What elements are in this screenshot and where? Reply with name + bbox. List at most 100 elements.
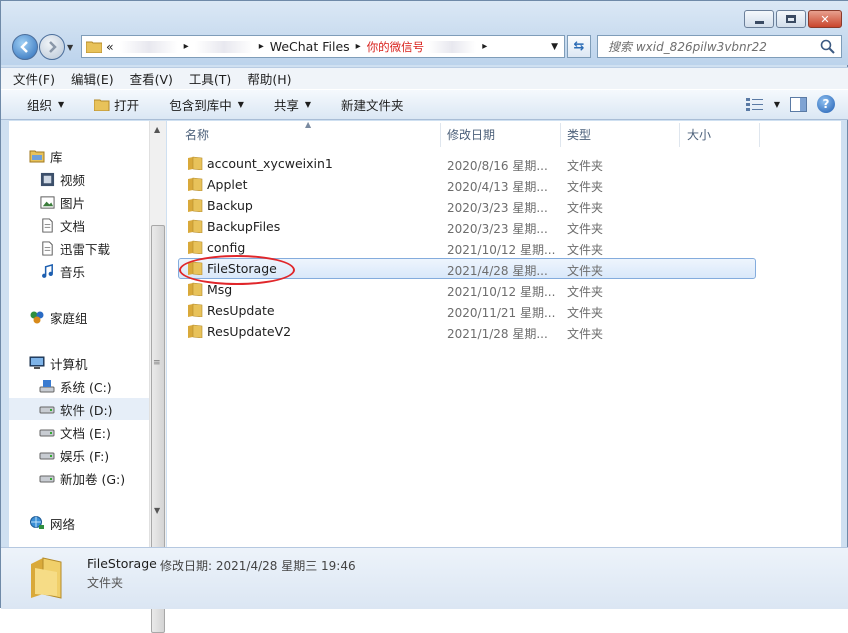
scroll-down-icon[interactable]: ▼ bbox=[154, 506, 160, 515]
nav-drive-c-label: 系统 (C:) bbox=[60, 379, 112, 395]
menu-edit[interactable]: 编辑(E) bbox=[71, 69, 114, 88]
back-button[interactable] bbox=[12, 34, 38, 60]
share-button[interactable]: 共享 ▼ bbox=[274, 95, 311, 114]
address-segment-wechat-files[interactable]: WeChat Files bbox=[270, 39, 350, 54]
column-header-size[interactable]: 大小 bbox=[679, 121, 759, 147]
library-icon bbox=[29, 148, 45, 164]
column-header-date[interactable]: 修改日期 bbox=[439, 121, 559, 147]
nav-scrollbar[interactable]: ▲ ≡ ▼ bbox=[149, 121, 166, 633]
include-in-library-button[interactable]: 包含到库中 ▼ bbox=[169, 95, 244, 114]
folder-icon bbox=[86, 41, 102, 53]
column-header-type[interactable]: 类型 bbox=[559, 121, 679, 147]
file-name: ResUpdate bbox=[207, 303, 275, 318]
file-row[interactable]: account_xycweixin1 2020/8/16 星期... 文件夹 bbox=[167, 153, 841, 174]
chevron-down-icon: ▼ bbox=[58, 100, 65, 109]
nav-libraries[interactable]: 库 bbox=[9, 145, 149, 167]
file-modified-date: 2021/4/28 星期... bbox=[447, 264, 548, 278]
recent-pages-dropdown-icon[interactable]: ▼ bbox=[67, 43, 73, 52]
file-type: 文件夹 bbox=[567, 306, 604, 320]
include-in-library-label: 包含到库中 bbox=[169, 98, 232, 113]
nav-network-label: 网络 bbox=[50, 516, 76, 532]
search-input[interactable]: 搜索 wxid_826pilw3vbnr22 bbox=[597, 35, 842, 58]
maximize-button[interactable] bbox=[776, 10, 806, 28]
menu-tools[interactable]: 工具(T) bbox=[189, 69, 231, 88]
redacted-segment bbox=[194, 40, 253, 53]
address-annotation: 你的微信号 bbox=[366, 39, 425, 54]
nav-drive-c[interactable]: 系统 (C:) bbox=[9, 375, 149, 397]
search-icon[interactable] bbox=[820, 39, 835, 54]
nav-homegroup[interactable]: 家庭组 bbox=[9, 306, 149, 328]
chevron-down-icon[interactable]: ▼ bbox=[774, 100, 780, 109]
nav-drive-d[interactable]: 软件 (D:) bbox=[9, 398, 149, 420]
detail-modified-date: 修改日期: 2021/4/28 星期三 19:46 bbox=[160, 559, 356, 573]
close-button[interactable]: ✕ bbox=[808, 10, 842, 28]
window-controls: ✕ bbox=[744, 10, 842, 28]
menu-view[interactable]: 查看(V) bbox=[130, 69, 173, 88]
view-options-icon[interactable] bbox=[745, 97, 764, 111]
nav-computer-label: 计算机 bbox=[50, 356, 88, 372]
refresh-button[interactable]: ⇆ bbox=[567, 35, 591, 58]
chevron-right-icon[interactable]: ▸ bbox=[482, 41, 487, 52]
file-row[interactable]: ResUpdate 2020/11/21 星期... 文件夹 bbox=[167, 300, 841, 321]
chevron-right-icon[interactable]: ▸ bbox=[184, 41, 189, 52]
file-name: ResUpdateV2 bbox=[207, 324, 292, 339]
network-icon bbox=[29, 515, 45, 531]
nav-drive-e[interactable]: 文档 (E:) bbox=[9, 421, 149, 443]
nav-music-label: 音乐 bbox=[60, 264, 86, 280]
address-dropdown-icon[interactable]: ▼ bbox=[551, 42, 558, 52]
folder-icon bbox=[188, 156, 203, 170]
nav-drive-f[interactable]: 娱乐 (F:) bbox=[9, 444, 149, 466]
scroll-up-icon[interactable]: ▲ bbox=[154, 125, 160, 134]
file-row[interactable]: BackupFiles 2020/3/23 星期... 文件夹 bbox=[167, 216, 841, 237]
nav-music[interactable]: 音乐 bbox=[9, 260, 149, 282]
menu-file[interactable]: 文件(F) bbox=[13, 69, 55, 88]
address-bar[interactable]: « ▸ ▸ WeChat Files ▸ 你的微信号 ▸ ▼ bbox=[81, 35, 565, 58]
drive-icon bbox=[39, 401, 55, 417]
file-modified-date: 2021/10/12 星期... bbox=[447, 243, 556, 257]
file-modified-date: 2020/11/21 星期... bbox=[447, 306, 556, 320]
file-row[interactable]: Applet 2020/4/13 星期... 文件夹 bbox=[167, 174, 841, 195]
forward-button[interactable] bbox=[39, 34, 65, 60]
file-modified-date: 2020/3/23 星期... bbox=[447, 222, 548, 236]
nav-homegroup-label: 家庭组 bbox=[50, 310, 88, 326]
open-button[interactable]: 打开 bbox=[94, 95, 139, 114]
open-label: 打开 bbox=[114, 98, 140, 113]
video-icon bbox=[39, 171, 55, 187]
folder-icon bbox=[188, 324, 203, 338]
organize-button[interactable]: 组织 ▼ bbox=[27, 95, 64, 114]
file-name: account_xycweixin1 bbox=[207, 156, 333, 171]
nav-thunder-downloads[interactable]: 迅雷下载 bbox=[9, 237, 149, 259]
nav-drive-d-label: 软件 (D:) bbox=[60, 402, 113, 418]
new-folder-button[interactable]: 新建文件夹 bbox=[341, 95, 404, 114]
nav-computer[interactable]: 计算机 bbox=[9, 352, 149, 374]
file-row[interactable]: Backup 2020/3/23 星期... 文件夹 bbox=[167, 195, 841, 216]
file-row[interactable]: ResUpdateV2 2021/1/28 星期... 文件夹 bbox=[167, 321, 841, 342]
nav-drive-g[interactable]: 新加卷 (G:) bbox=[9, 467, 149, 489]
folder-icon bbox=[188, 198, 203, 212]
menu-help[interactable]: 帮助(H) bbox=[247, 69, 291, 88]
address-prefix[interactable]: « bbox=[106, 39, 114, 54]
help-icon[interactable]: ? bbox=[817, 95, 835, 113]
document-icon bbox=[39, 217, 55, 233]
file-row[interactable]: config 2021/10/12 星期... 文件夹 bbox=[167, 237, 841, 258]
column-header-name[interactable]: 名称 bbox=[177, 121, 441, 147]
chevron-right-icon[interactable]: ▸ bbox=[259, 41, 264, 52]
share-label: 共享 bbox=[273, 98, 299, 113]
nav-documents[interactable]: 文档 bbox=[9, 214, 149, 236]
nav-documents-label: 文档 bbox=[60, 218, 86, 234]
preview-pane-icon[interactable] bbox=[790, 96, 807, 112]
nav-pictures[interactable]: 图片 bbox=[9, 191, 149, 213]
menu-bar: 文件(F) 编辑(E) 查看(V) 工具(T) 帮助(H) bbox=[1, 67, 848, 89]
column-divider[interactable] bbox=[759, 123, 760, 147]
open-folder-icon bbox=[94, 99, 110, 111]
command-bar: 组织 ▼ 打开 包含到库中 ▼ 共享 ▼ 新建文件夹 ▼ ? bbox=[1, 89, 848, 120]
minimize-button[interactable] bbox=[744, 10, 774, 28]
refresh-icon: ⇆ bbox=[573, 39, 585, 54]
nav-network[interactable]: 网络 bbox=[9, 512, 149, 534]
chevron-right-icon[interactable]: ▸ bbox=[356, 41, 361, 52]
file-type: 文件夹 bbox=[567, 243, 604, 257]
redacted-segment bbox=[119, 40, 178, 53]
nav-videos[interactable]: 视频 bbox=[9, 168, 149, 190]
system-drive-icon bbox=[39, 378, 55, 394]
arrow-left-icon bbox=[20, 41, 28, 53]
